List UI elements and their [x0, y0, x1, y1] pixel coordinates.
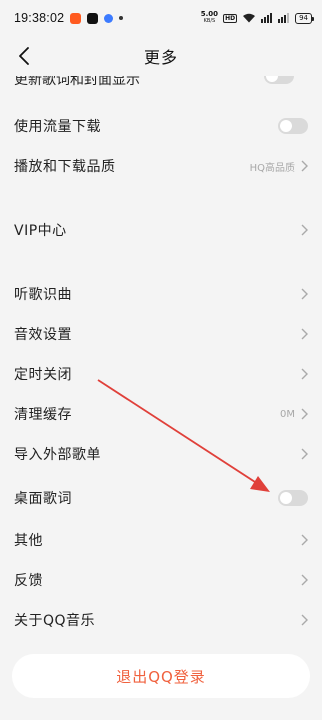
settings-row-mobile-download[interactable]: 使用流量下载 — [0, 106, 322, 146]
quality-value: HQ高品质 — [249, 162, 295, 174]
settings-row-about[interactable]: 关于QQ音乐 — [0, 600, 322, 640]
cache-size-value: 0M — [280, 408, 295, 420]
desktop-lyrics-toggle[interactable] — [278, 490, 308, 506]
back-button[interactable] — [12, 44, 36, 68]
notification-dot-icon — [119, 16, 124, 20]
status-time: 19:38:02 — [14, 11, 65, 25]
settings-row-vip[interactable]: VIP中心 — [0, 210, 322, 250]
settings-row-import[interactable]: 导入外部歌单 — [0, 434, 322, 474]
settings-row-other[interactable]: 其他 — [0, 520, 322, 560]
signal-icon — [261, 13, 273, 23]
settings-row-label: 其他 — [14, 533, 43, 549]
chevron-right-icon — [301, 448, 308, 460]
chevron-right-icon — [301, 534, 308, 546]
chevron-right-icon — [301, 614, 308, 626]
chevron-left-icon — [19, 47, 29, 65]
settings-row-label: 播放和下载品质 — [14, 159, 116, 175]
settings-row-feedback[interactable]: 反馈 — [0, 560, 322, 600]
top-nav-bar: 更多 — [0, 36, 322, 76]
chevron-right-icon — [301, 574, 308, 586]
mobile-download-toggle[interactable] — [278, 118, 308, 134]
settings-row-label: 导入外部歌单 — [14, 447, 101, 463]
net-speed: 5.00 KB/S — [201, 11, 218, 25]
chevron-right-icon — [301, 224, 308, 236]
settings-row-partial[interactable]: 更新歌词和封面显示 — [0, 76, 322, 96]
settings-row-label: 反馈 — [14, 573, 43, 589]
logout-label: 退出QQ登录 — [116, 667, 206, 686]
settings-row-label: 桌面歌词 — [14, 491, 72, 507]
chevron-right-icon — [301, 288, 308, 300]
settings-row-cache[interactable]: 清理缓存 0M — [0, 394, 322, 434]
status-bar: 19:38:02 5.00 KB/S HD 94 — [0, 0, 322, 36]
orange-app-icon — [70, 12, 82, 24]
logout-button[interactable]: 退出QQ登录 — [12, 654, 310, 698]
settings-row-label: 定时关闭 — [14, 367, 72, 383]
settings-row-quality[interactable]: 播放和下载品质 HQ高品质 — [0, 146, 322, 186]
toggle-switch[interactable] — [264, 76, 294, 84]
settings-row-label: 使用流量下载 — [14, 119, 101, 135]
chevron-right-icon — [301, 368, 308, 380]
wifi-icon — [242, 13, 256, 23]
settings-row-sound-effects[interactable]: 音效设置 — [0, 314, 322, 354]
tiktok-icon — [87, 12, 99, 24]
hd-badge: HD — [223, 13, 238, 23]
settings-row-label: VIP中心 — [14, 223, 67, 239]
net-speed-value: 5.00 — [200, 10, 219, 18]
battery-icon: 94 — [295, 12, 314, 24]
blue-app-icon — [104, 13, 114, 23]
chevron-right-icon — [301, 328, 308, 340]
status-indicators: 5.00 KB/S HD 94 — [201, 11, 314, 25]
settings-row-label: 听歌识曲 — [14, 287, 72, 303]
settings-row-timer[interactable]: 定时关闭 — [0, 354, 322, 394]
signal-icon-2 — [278, 13, 290, 23]
chevron-right-icon — [301, 160, 308, 172]
page-title: 更多 — [143, 48, 178, 67]
settings-row-desktop-lyrics[interactable]: 桌面歌词 — [0, 478, 322, 518]
settings-row-label: 清理缓存 — [14, 407, 72, 423]
settings-row-label: 更新歌词和封面显示 — [14, 76, 140, 88]
settings-row-label: 关于QQ音乐 — [14, 613, 96, 629]
settings-row-recognize[interactable]: 听歌识曲 — [0, 274, 322, 314]
chevron-right-icon — [301, 408, 308, 420]
settings-row-label: 音效设置 — [14, 327, 72, 343]
net-speed-unit: KB/S — [203, 18, 216, 24]
